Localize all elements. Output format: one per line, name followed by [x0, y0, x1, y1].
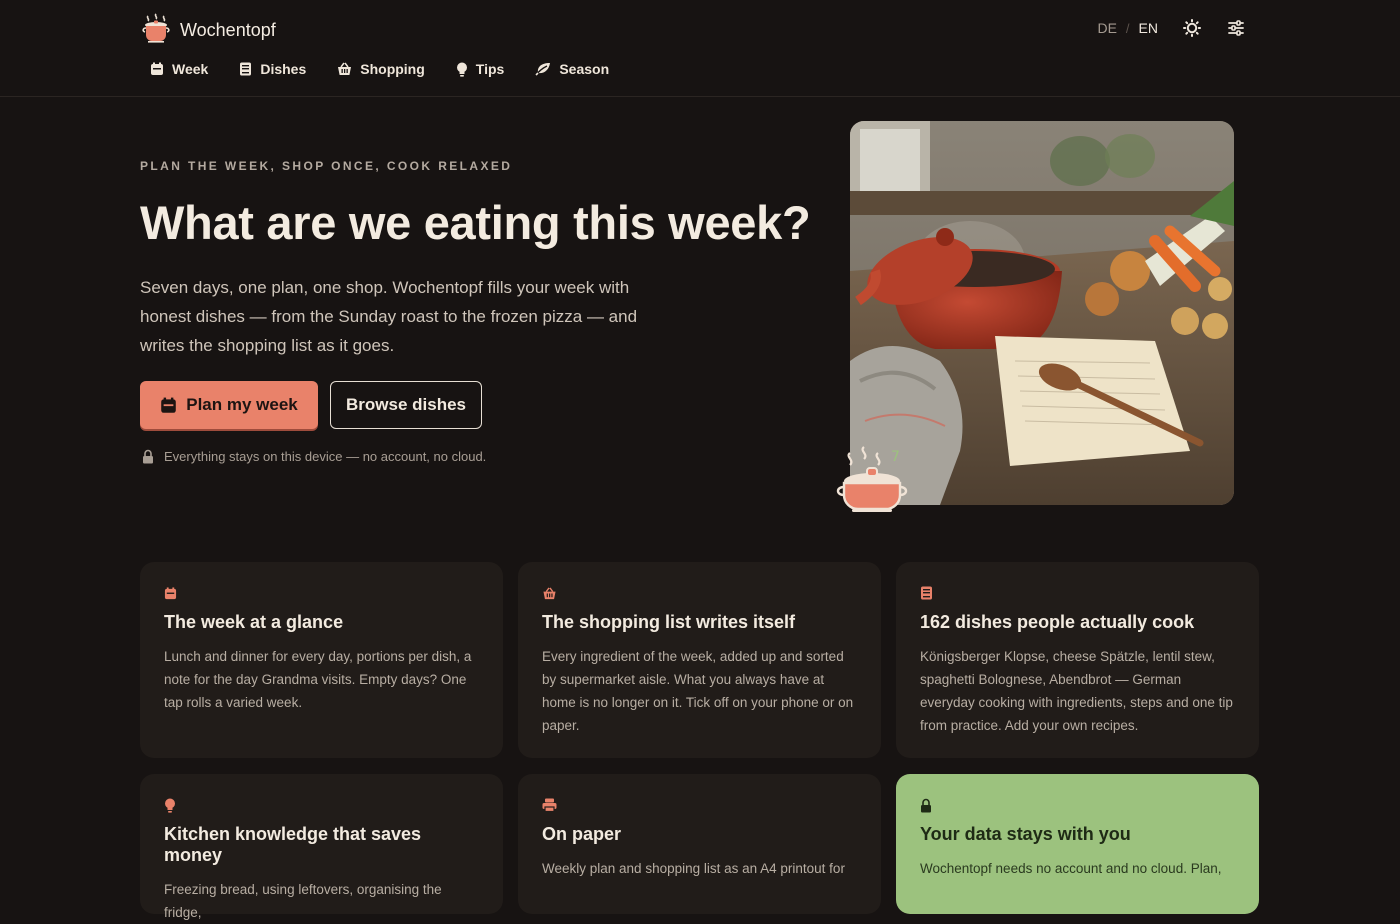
pot-mascot-icon: 7: [834, 443, 914, 520]
nav-shopping[interactable]: Shopping: [337, 61, 425, 77]
feature-card: Your data stays with you Wochentopf need…: [896, 774, 1259, 914]
lightbulb-icon: [456, 62, 467, 77]
card-title: On paper: [542, 824, 622, 844]
feature-card: 162 dishes people actually cook Königsbe…: [896, 562, 1259, 758]
card-text: Freezing bread, using leftovers, organis…: [164, 882, 442, 920]
language-de[interactable]: DE: [1097, 20, 1116, 36]
main-nav: Week Dishes Shopping Tips Season: [150, 61, 640, 77]
sun-icon: [1183, 19, 1201, 37]
feature-card: The week at a glance Lunch and dinner fo…: [140, 562, 503, 758]
basket-icon: [543, 587, 556, 599]
basket-icon: [338, 62, 352, 75]
settings-button[interactable]: [1224, 16, 1248, 40]
nav-week[interactable]: Week: [150, 61, 208, 77]
book-icon: [240, 62, 252, 76]
card-text: Every ingredient of the week, added up a…: [542, 649, 854, 733]
calendar-icon: [151, 62, 163, 75]
pot-logo-icon: [140, 12, 172, 49]
card-title: Kitchen knowledge that saves money: [164, 824, 422, 865]
hero-eyebrow: PLAN THE WEEK, SHOP ONCE, COOK RELAXED: [140, 159, 513, 173]
nav-season-label: Season: [559, 61, 610, 77]
feature-card: The shopping list writes itself Every in…: [518, 562, 881, 758]
card-text: Wochentopf needs no account and no cloud…: [920, 861, 1222, 876]
card-text: Weekly plan and shopping list as an A4 p…: [542, 861, 845, 876]
feature-card: On paper Weekly plan and shopping list a…: [518, 774, 881, 914]
theme-toggle-button[interactable]: [1180, 16, 1204, 40]
language-en[interactable]: EN: [1139, 20, 1158, 36]
privacy-note-text: Everything stays on this device — no acc…: [164, 449, 487, 464]
nav-shopping-label: Shopping: [360, 61, 425, 77]
plan-my-week-label: Plan my week: [186, 395, 298, 414]
header-actions: DE / EN: [1097, 16, 1248, 40]
language-separator: /: [1125, 20, 1130, 36]
nav-week-label: Week: [172, 61, 209, 77]
site-header: Wochentopf DE / EN Week Dishes Shopping …: [0, 0, 1400, 97]
card-title: The week at a glance: [164, 612, 344, 632]
privacy-note: Everything stays on this device — no acc…: [142, 449, 486, 464]
svg-text:7: 7: [891, 449, 900, 465]
calendar-icon: [164, 586, 177, 599]
hero-title: What are we eating this week?: [140, 196, 811, 249]
card-title: The shopping list writes itself: [542, 612, 796, 632]
lock-icon: [921, 798, 931, 812]
app-name: Wochentopf: [180, 20, 276, 40]
browse-dishes-label: Browse dishes: [346, 395, 466, 414]
card-title: 162 dishes people actually cook: [920, 612, 1195, 632]
card-text: Königsberger Klopse, cheese Spätzle, len…: [920, 649, 1233, 733]
brand[interactable]: Wochentopf: [140, 12, 276, 49]
nav-dishes-label: Dishes: [260, 61, 307, 77]
nav-tips[interactable]: Tips: [456, 61, 505, 77]
lightbulb-icon: [165, 798, 175, 813]
feature-card: Kitchen knowledge that saves money Freez…: [140, 774, 503, 920]
leaf-icon: [535, 63, 551, 76]
lock-icon: [143, 449, 153, 464]
nav-tips-label: Tips: [475, 61, 505, 77]
plan-my-week-button[interactable]: Plan my week: [140, 381, 318, 429]
nav-dishes[interactable]: Dishes: [239, 61, 306, 77]
sliders-icon: [1228, 20, 1244, 36]
card-text: Lunch and dinner for every day, portions…: [164, 649, 472, 710]
hero-description: Seven days, one plan, one shop. Wochento…: [140, 278, 638, 355]
card-title: Your data stays with you: [920, 824, 1131, 844]
book-icon: [921, 586, 932, 600]
browse-dishes-button[interactable]: Browse dishes: [330, 381, 482, 429]
nav-season[interactable]: Season: [535, 61, 609, 77]
calendar-icon: [161, 397, 177, 413]
printer-icon: [542, 798, 557, 812]
feature-cards: The week at a glance Lunch and dinner fo…: [140, 562, 1260, 920]
hero-section: PLAN THE WEEK, SHOP ONCE, COOK RELAXED W…: [0, 97, 1400, 553]
